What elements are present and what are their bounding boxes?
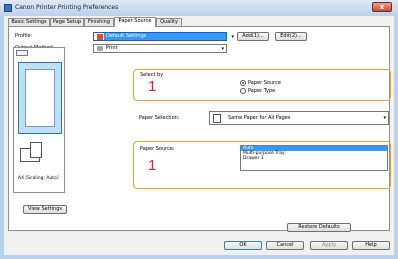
cancel-button[interactable]: Cancel: [266, 241, 304, 250]
tab-paper-source[interactable]: Paper Source: [114, 17, 156, 27]
title-bar[interactable]: Canon Printer Printing Preferences x: [0, 0, 398, 16]
profile-select[interactable]: Default Settings ▾: [93, 32, 234, 41]
help-button[interactable]: Help: [352, 241, 390, 250]
paper-source-group: Paper Source: 1 Auto Multi-purpose Tray …: [133, 141, 391, 189]
printer-app-icon: [4, 4, 12, 12]
preview-toggle-icon[interactable]: [16, 50, 28, 56]
chevron-down-icon: ▾: [383, 115, 386, 121]
radio-paper-type-label: Paper Type: [248, 88, 276, 94]
chevron-down-icon: ▾: [231, 34, 234, 40]
radio-paper-source-label: Paper Source: [248, 80, 281, 86]
paper-selection-value: Same Paper for All Pages: [228, 115, 291, 121]
select-by-group: Select by 1 Paper Source Paper Type: [133, 69, 391, 101]
radio-paper-type[interactable]: [240, 88, 246, 94]
paper-source-label: Paper Source:: [140, 146, 175, 152]
apply-button[interactable]: Apply: [310, 241, 348, 250]
paper-selection-label: Paper Selection:: [139, 115, 180, 121]
tab-finishing[interactable]: Finishing: [84, 18, 114, 26]
ok-button[interactable]: OK: [224, 241, 262, 250]
output-method-value: Print: [106, 45, 118, 51]
edit-profile-button[interactable]: Edit(2)...: [275, 32, 307, 41]
output-method-select[interactable]: Print ▾: [93, 44, 227, 53]
page-preview: A4 [Scaling: Auto]: [13, 47, 65, 193]
list-item[interactable]: Drawer 1: [241, 156, 387, 161]
callout-marker: 1: [148, 78, 157, 95]
preview-caption: A4 [Scaling: Auto]: [18, 176, 59, 181]
paper-source-list[interactable]: Auto Multi-purpose Tray Drawer 1: [240, 145, 388, 171]
paper-selection-select[interactable]: Same Paper for All Pages ▾: [209, 111, 389, 125]
profile-value: Default Settings: [104, 33, 226, 40]
printer-icon: [97, 46, 103, 51]
dialog-client-area: Basic Settings Page Setup Finishing Pape…: [4, 16, 394, 255]
paper-source-panel: Profile: Default Settings ▾ Add(1)... Ed…: [8, 26, 391, 232]
window-title: Canon Printer Printing Preferences: [15, 4, 119, 11]
chevron-down-icon: ▾: [221, 46, 224, 52]
preview-page: [25, 69, 55, 127]
profile-label: Profile:: [15, 33, 33, 39]
radio-paper-source[interactable]: [240, 80, 246, 86]
profile-icon: [97, 34, 103, 40]
tab-page-setup[interactable]: Page Setup: [50, 18, 84, 26]
view-settings-button[interactable]: View Settings: [23, 205, 67, 214]
tab-quality[interactable]: Quality: [156, 18, 182, 26]
close-button[interactable]: x: [372, 2, 392, 12]
pages-icon: [213, 114, 221, 123]
callout-marker: 1: [148, 157, 157, 174]
paper-sheet-icon: [30, 142, 42, 158]
preview-image: [18, 62, 62, 134]
tab-basic-settings[interactable]: Basic Settings: [8, 18, 50, 26]
printing-preferences-window: Canon Printer Printing Preferences x Bas…: [0, 0, 398, 259]
add-profile-button[interactable]: Add(1)...: [237, 32, 269, 41]
restore-defaults-button[interactable]: Restore Defaults: [287, 223, 351, 232]
